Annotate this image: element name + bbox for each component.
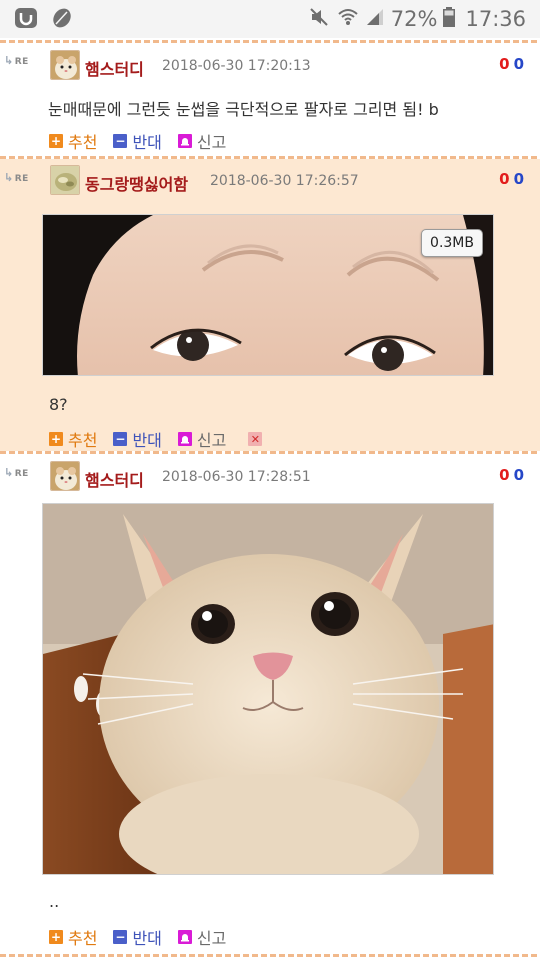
downvote-count: 0 [513,55,524,73]
reply-arrow-icon: ↳ [4,54,14,67]
comment-item: ↳RE 햄스터디 2018-06-30 17:20:13 00 눈매때문에 그런… [0,43,540,156]
reply-arrow-icon: ↳ [4,171,14,184]
vote-counts: 00 [499,170,524,188]
status-bar: 72% 17:36 [0,0,540,38]
plus-icon: + [49,134,63,148]
oppose-button[interactable]: − 반대 [113,129,162,153]
nickname[interactable]: 동그랑땡싫어함 [85,171,188,195]
clock: 17:36 [465,7,526,31]
report-button[interactable]: 신고 [177,129,226,153]
comment-text: .. [49,892,60,911]
downvote-count: 0 [513,170,524,188]
comment-item: ↳RE 동그랑땡싫어함 2018-06-30 17:26:57 00 0.3MB… [0,159,540,451]
report-button[interactable]: 신고 [177,427,226,451]
mute-icon [309,7,331,32]
u-plus-icon [14,6,40,34]
timestamp: 2018-06-30 17:20:13 [162,58,311,74]
wifi-icon [337,7,359,32]
attached-image[interactable]: 0.3MB [42,214,494,376]
avatar[interactable] [50,165,80,195]
attached-image[interactable] [42,503,494,875]
minus-icon: − [113,432,128,446]
comment-text: 8? [49,395,68,414]
divider [0,954,540,957]
leaf-icon [50,6,74,34]
recommend-button[interactable]: + 추천 [49,925,97,949]
reply-indicator: ↳RE [4,171,29,184]
siren-icon [177,930,192,944]
recommend-button[interactable]: + 추천 [49,129,97,153]
downvote-count: 0 [513,466,524,484]
comment-actions: + 추천 − 반대 신고 ✕ [49,427,283,451]
image-size-badge[interactable]: 0.3MB [421,229,483,257]
comment-item: ↳RE 햄스터디 2018-06-30 17:28:51 00 .. + 추천 … [0,454,540,954]
oppose-button[interactable]: − 반대 [113,925,162,949]
vote-counts: 00 [499,466,524,484]
plus-icon: + [49,930,63,944]
battery-percent: 72% [390,7,438,31]
reply-arrow-icon: ↳ [4,466,14,479]
signal-icon [365,7,385,32]
report-button[interactable]: 신고 [177,925,226,949]
avatar[interactable] [50,461,80,491]
vote-counts: 00 [499,55,524,73]
comment-text: 눈매때문에 그런듯 눈썹을 극단적으로 팔자로 그리면 됨! b [48,100,439,119]
reply-indicator: ↳RE [4,54,29,67]
recommend-button[interactable]: + 추천 [49,427,97,451]
reply-indicator: ↳RE [4,466,29,479]
upvote-count: 0 [499,55,510,73]
minus-icon: − [113,930,128,944]
avatar[interactable] [50,50,80,80]
siren-icon [177,432,192,446]
delete-button[interactable]: ✕ [248,432,267,446]
timestamp: 2018-06-30 17:26:57 [210,173,359,189]
comment-actions: + 추천 − 반대 신고 [49,925,242,949]
close-icon: ✕ [248,432,263,446]
nickname[interactable]: 햄스터디 [85,467,144,491]
cat-photo [43,504,493,874]
siren-icon [177,134,192,148]
nickname[interactable]: 햄스터디 [85,56,144,80]
battery-icon [443,6,456,32]
comment-actions: + 추천 − 반대 신고 [49,129,242,153]
upvote-count: 0 [499,170,510,188]
upvote-count: 0 [499,466,510,484]
minus-icon: − [113,134,128,148]
timestamp: 2018-06-30 17:28:51 [162,469,311,485]
oppose-button[interactable]: − 반대 [113,427,162,451]
plus-icon: + [49,432,63,446]
